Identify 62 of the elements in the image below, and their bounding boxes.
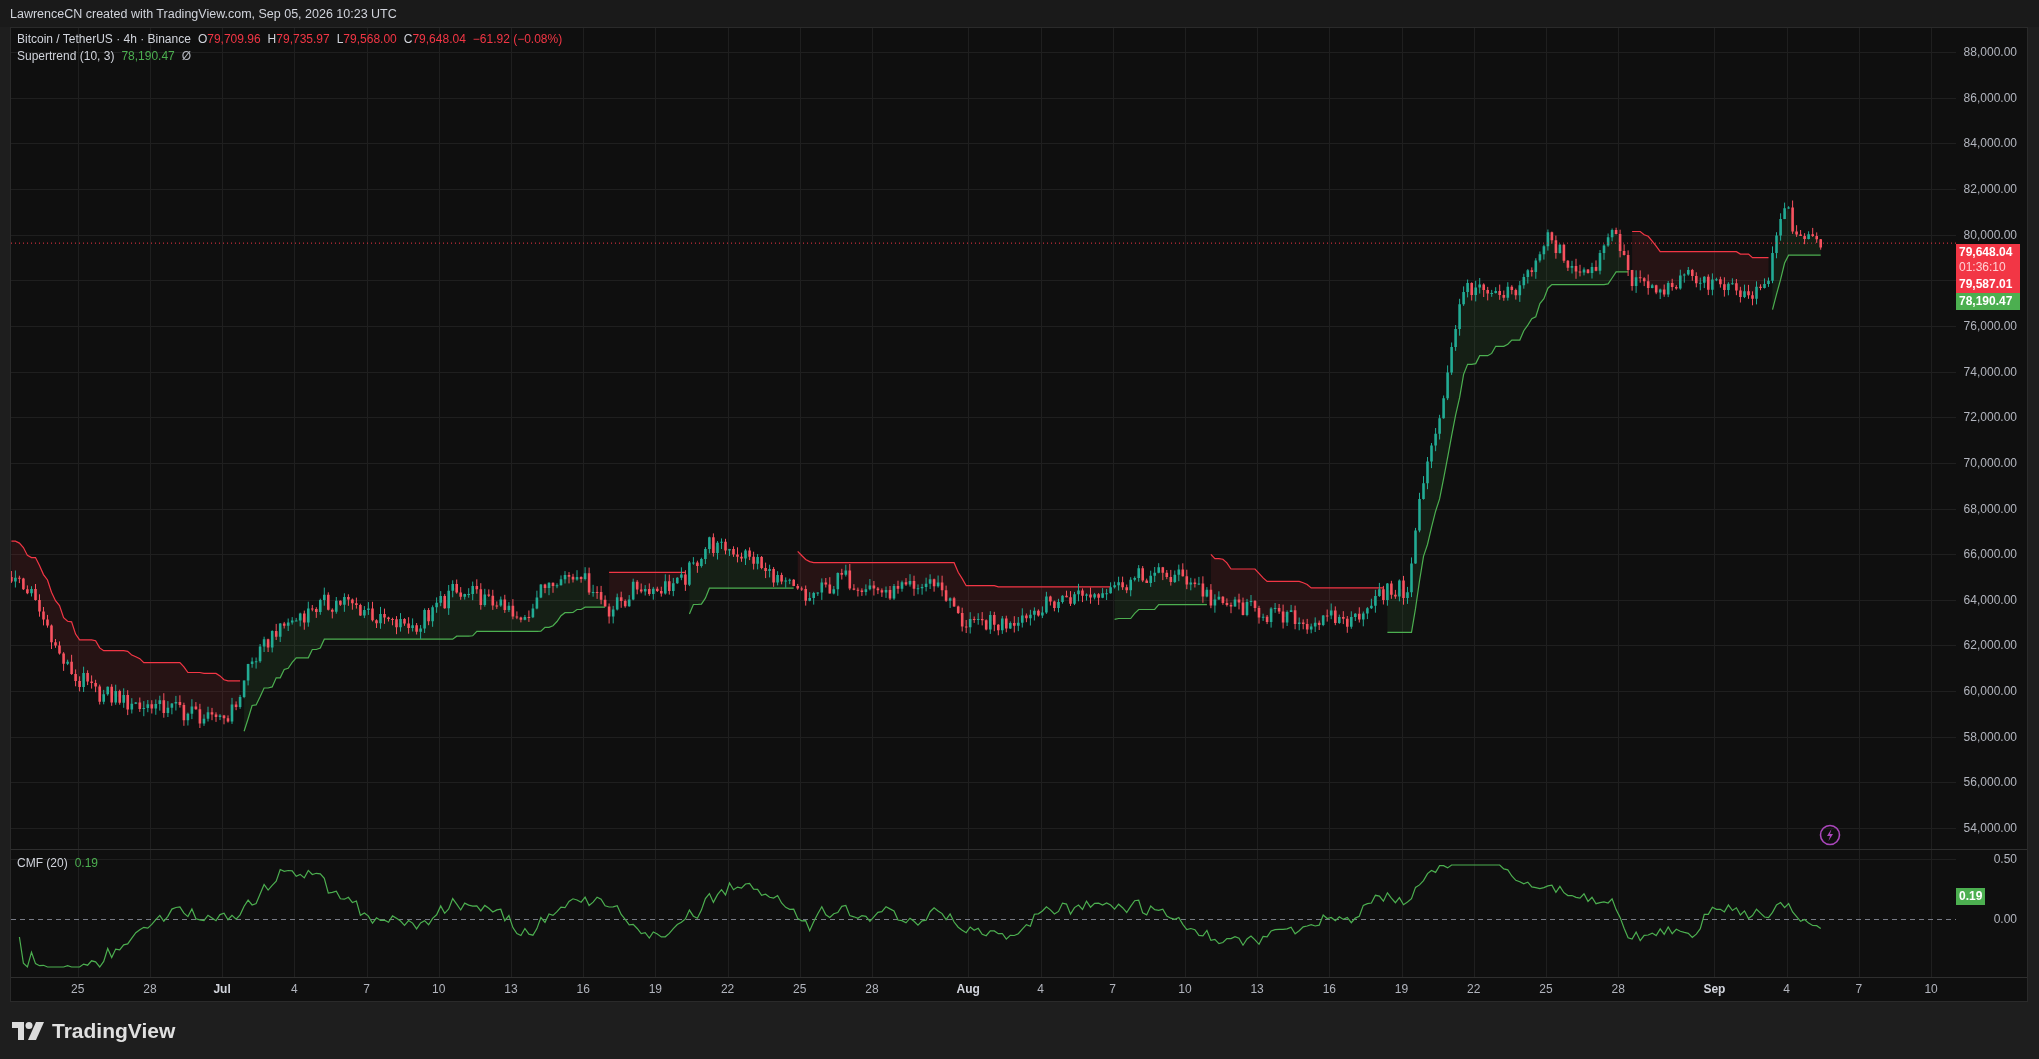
- price-badge: 79,648.04 01:36:10: [1956, 243, 2020, 276]
- date-label: 7: [1855, 982, 1863, 996]
- date-label: 4: [1783, 982, 1790, 996]
- price-tick: 72,000.00: [1963, 409, 2017, 426]
- price-tick: 60,000.00: [1963, 683, 2017, 700]
- date-label: 19: [1394, 982, 1409, 996]
- price-tick: 66,000.00: [1963, 546, 2017, 563]
- date-label: Sep: [1703, 982, 1726, 996]
- price-tick: 62,000.00: [1963, 637, 2017, 654]
- date-label: 28: [865, 982, 879, 996]
- indicator-label: CMF (20): [17, 856, 68, 870]
- price-tick: 58,000.00: [1963, 728, 2017, 745]
- ohlc-value: H79,735.97: [267, 32, 330, 46]
- ohlc-value: L79,568.00: [336, 32, 397, 46]
- date-label: 13: [1250, 982, 1264, 996]
- date-label: 13: [504, 982, 518, 996]
- ohlc-value: O79,709.96: [197, 32, 261, 46]
- date-label: 7: [363, 982, 370, 996]
- price-tick: 84,000.00: [1963, 135, 2017, 152]
- indicator-label: Supertrend (10, 3): [17, 49, 115, 63]
- date-label: 16: [576, 982, 590, 996]
- price-tick: 80,000.00: [1963, 226, 2017, 243]
- date-label: 28: [1611, 982, 1625, 996]
- date-label: 25: [71, 982, 85, 996]
- date-label: 25: [1539, 982, 1553, 996]
- logo-icon: [12, 1021, 44, 1040]
- cmf-tick: 0.00: [1993, 911, 2017, 927]
- visibility-toggle[interactable]: Ø: [181, 49, 192, 63]
- cmf-tick: 0.50: [1993, 851, 2017, 867]
- indicator-value: 0.19: [74, 856, 99, 870]
- date-label: 10: [432, 982, 446, 996]
- date-label: Aug: [956, 982, 980, 996]
- date-label: 10: [1924, 982, 1938, 996]
- date-label: 4: [291, 982, 298, 996]
- price-tick: 68,000.00: [1963, 500, 2017, 517]
- cmf-badge: 0.19: [1956, 888, 1986, 906]
- price-change: −61.92 (−0.08%): [472, 32, 563, 46]
- date-label: 4: [1037, 982, 1044, 996]
- price-tick: 82,000.00: [1963, 180, 2017, 197]
- date-label: 25: [793, 982, 807, 996]
- price-tick: 54,000.00: [1963, 820, 2017, 837]
- symbol-label: Bitcoin / TetherUS · 4h · Binance: [17, 32, 191, 46]
- date-label: 7: [1109, 982, 1117, 996]
- ohlc-value: C79,648.04: [403, 32, 466, 46]
- date-label: 10: [1178, 982, 1192, 996]
- price-tick: 88,000.00: [1963, 44, 2017, 60]
- logo-text: TradingView: [52, 1018, 176, 1043]
- price-tick: 86,000.00: [1963, 89, 2017, 106]
- price-tick: 76,000.00: [1963, 317, 2017, 334]
- price-tick: 70,000.00: [1963, 454, 2017, 471]
- lightning-icon[interactable]: [1819, 824, 1841, 846]
- date-label: 22: [1467, 982, 1481, 996]
- date-label: Jul: [213, 982, 231, 996]
- date-label: 28: [143, 982, 157, 996]
- price-tick: 64,000.00: [1963, 591, 2017, 608]
- date-label: 16: [1322, 982, 1336, 996]
- price-tick: 74,000.00: [1963, 363, 2017, 380]
- indicator-value: 78,190.47: [121, 49, 175, 63]
- date-label: 22: [720, 982, 735, 996]
- price-tick: 56,000.00: [1963, 774, 2017, 791]
- date-label: 19: [648, 982, 663, 996]
- chart-credit-text: LawrenceCN created with TradingView.com, Sep 05, 2026 10:23 UTC: [10, 6, 397, 21]
